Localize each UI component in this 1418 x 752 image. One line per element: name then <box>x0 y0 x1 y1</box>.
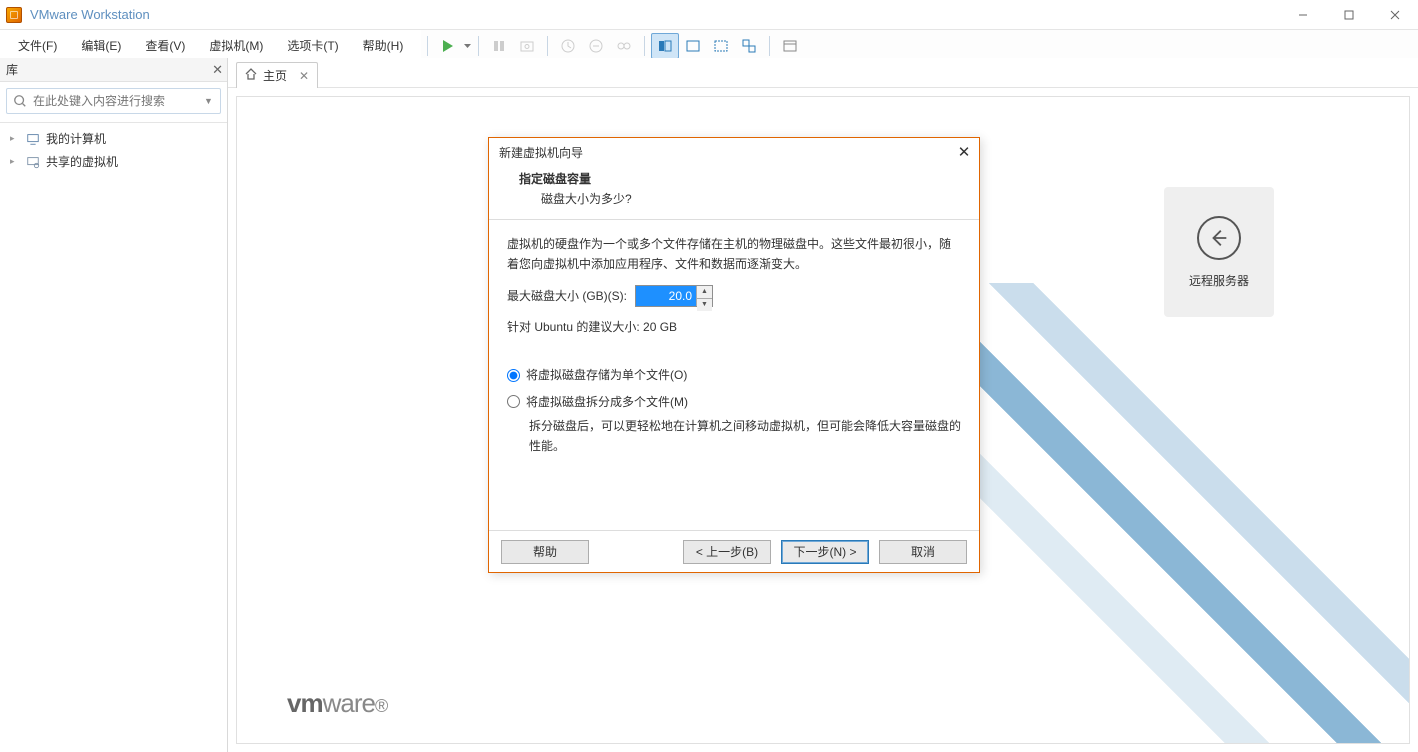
tab-label: 主页 <box>263 67 287 84</box>
library-search[interactable]: ▼ <box>6 88 221 114</box>
app-icon <box>6 7 22 23</box>
menu-vm[interactable]: 虚拟机(M) <box>199 33 273 58</box>
view-single-button[interactable] <box>679 33 707 59</box>
view-library-button[interactable] <box>776 33 804 59</box>
radio-split-file-input[interactable] <box>507 395 520 408</box>
window-minimize-button[interactable] <box>1280 0 1326 30</box>
window-close-button[interactable] <box>1372 0 1418 30</box>
library-title: 库 <box>6 61 18 78</box>
back-button[interactable]: < 上一步(B) <box>683 540 771 564</box>
radio-split-description: 拆分磁盘后，可以更轻松地在计算机之间移动虚拟机，但可能会降低大容量磁盘的性能。 <box>507 412 961 457</box>
view-unity-button[interactable] <box>735 33 763 59</box>
disk-size-input[interactable] <box>636 286 696 306</box>
radio-single-file[interactable]: 将虚拟磁盘存储为单个文件(O) <box>507 365 961 385</box>
next-button[interactable]: 下一步(N) > <box>781 540 869 564</box>
dialog-heading: 指定磁盘容量 <box>519 170 961 187</box>
titlebar: VMware Workstation <box>0 0 1418 30</box>
tab-home[interactable]: 主页 ✕ <box>236 62 318 88</box>
search-icon <box>13 94 27 108</box>
library-tree: ▸ 我的计算机 ▸ 共享的虚拟机 <box>0 122 227 177</box>
snapshot-manager-button[interactable] <box>610 33 638 59</box>
dialog-description: 虚拟机的硬盘作为一个或多个文件存储在主机的物理磁盘中。这些文件最初很小，随着您向… <box>507 234 961 275</box>
search-dropdown-icon[interactable]: ▼ <box>204 96 214 106</box>
connect-server-icon <box>1197 216 1241 260</box>
app-title: VMware Workstation <box>30 7 150 22</box>
spinner-up-button[interactable]: ▲ <box>697 286 712 299</box>
radio-split-file[interactable]: 将虚拟磁盘拆分成多个文件(M) <box>507 392 961 412</box>
tree-node-my-computer[interactable]: ▸ 我的计算机 <box>6 127 221 150</box>
disk-size-label: 最大磁盘大小 (GB)(S): <box>507 286 627 306</box>
radio-split-file-label: 将虚拟磁盘拆分成多个文件(M) <box>526 392 688 412</box>
suspend-button[interactable] <box>485 33 513 59</box>
dialog-title: 新建虚拟机向导 <box>499 144 583 161</box>
screenshot-button[interactable] <box>513 33 541 59</box>
remote-server-card[interactable]: 远程服务器 <box>1164 187 1274 317</box>
vmware-logo: vmware® <box>287 688 387 719</box>
help-button[interactable]: 帮助 <box>501 540 589 564</box>
home-canvas: vmware® 远程服务器 新建虚拟机向导 ✕ 指定磁盘容量 磁盘大小为多少? <box>236 96 1410 744</box>
menu-edit[interactable]: 编辑(E) <box>71 33 131 58</box>
radio-single-file-input[interactable] <box>507 369 520 382</box>
remote-server-label: 远程服务器 <box>1189 272 1249 289</box>
library-header: 库 ✕ <box>0 58 227 82</box>
menu-tabs[interactable]: 选项卡(T) <box>277 33 348 58</box>
tab-strip: 主页 ✕ <box>228 58 1418 88</box>
tree-twisty-icon[interactable]: ▸ <box>10 156 20 167</box>
view-console-button[interactable] <box>651 33 679 59</box>
spinner-down-button[interactable]: ▼ <box>697 299 712 311</box>
cancel-button[interactable]: 取消 <box>879 540 967 564</box>
tree-node-label: 我的计算机 <box>46 130 106 147</box>
dialog-body: 虚拟机的硬盘作为一个或多个文件存储在主机的物理磁盘中。这些文件最初很小，随着您向… <box>489 219 979 530</box>
tree-node-label: 共享的虚拟机 <box>46 153 118 170</box>
tree-node-shared-vms[interactable]: ▸ 共享的虚拟机 <box>6 150 221 173</box>
menu-help[interactable]: 帮助(H) <box>353 33 414 58</box>
dialog-header: 指定磁盘容量 磁盘大小为多少? <box>489 166 979 219</box>
library-search-input[interactable] <box>33 94 204 108</box>
snapshot-take-button[interactable] <box>554 33 582 59</box>
menu-view[interactable]: 查看(V) <box>135 33 195 58</box>
tree-twisty-icon[interactable]: ▸ <box>10 133 20 144</box>
computer-icon <box>26 132 40 146</box>
view-fullscreen-button[interactable] <box>707 33 735 59</box>
snapshot-revert-button[interactable] <box>582 33 610 59</box>
dialog-footer: 帮助 < 上一步(B) 下一步(N) > 取消 <box>489 530 979 572</box>
dialog-close-button[interactable]: ✕ <box>955 143 973 161</box>
radio-single-file-label: 将虚拟磁盘存储为单个文件(O) <box>526 365 687 385</box>
library-panel: 库 ✕ ▼ ▸ 我的计算机 ▸ 共享的虚拟机 <box>0 58 228 752</box>
window-maximize-button[interactable] <box>1326 0 1372 30</box>
power-on-button[interactable] <box>434 33 462 59</box>
content-area: 主页 ✕ vmware® 远程服务器 新建虚拟机向导 ✕ <box>228 58 1418 752</box>
home-icon <box>245 68 257 83</box>
menu-file[interactable]: 文件(F) <box>8 33 67 58</box>
disk-size-spinner[interactable]: ▲ ▼ <box>635 285 713 307</box>
dialog-titlebar: 新建虚拟机向导 ✕ <box>489 138 979 166</box>
new-vm-wizard-dialog: 新建虚拟机向导 ✕ 指定磁盘容量 磁盘大小为多少? 虚拟机的硬盘作为一个或多个文… <box>488 137 980 573</box>
library-close-icon[interactable]: ✕ <box>212 62 223 78</box>
shared-icon <box>26 155 40 169</box>
tab-close-icon[interactable]: ✕ <box>299 69 309 83</box>
power-dropdown[interactable] <box>462 44 472 48</box>
dialog-subheading: 磁盘大小为多少? <box>519 190 961 207</box>
disk-recommend-text: 针对 Ubuntu 的建议大小: 20 GB <box>507 317 961 337</box>
